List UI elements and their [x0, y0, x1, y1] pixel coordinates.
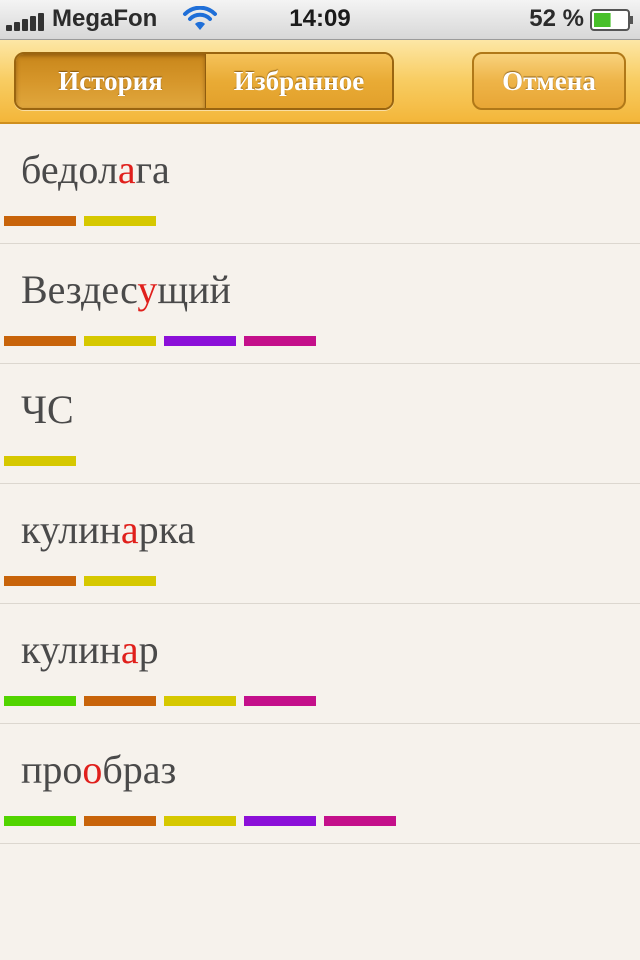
tag-orange	[84, 816, 156, 826]
list-item[interactable]: прообраз	[0, 724, 640, 844]
toolbar: История Избранное Отмена	[0, 40, 640, 124]
list-item[interactable]: кулинар	[0, 604, 640, 724]
word-text: кулинар	[21, 627, 159, 672]
list-item[interactable]: Вездесущий	[0, 244, 640, 364]
tag-purple	[164, 336, 236, 346]
tag-yellow	[84, 216, 156, 226]
tag-purple	[244, 816, 316, 826]
word-text: ЧС	[21, 387, 74, 432]
tag-yellow	[84, 576, 156, 586]
segment-favorites[interactable]: Избранное	[206, 54, 392, 108]
list-item[interactable]: кулинарка	[0, 484, 640, 604]
list-item[interactable]: ЧС	[0, 364, 640, 484]
tag-green	[4, 816, 76, 826]
status-bar: MegaFon 14:09 52 %	[0, 0, 640, 40]
stressed-letter: о	[82, 747, 103, 792]
battery-icon	[590, 9, 633, 31]
word-text: кулинарка	[21, 507, 196, 552]
segmented-control: История Избранное	[14, 52, 394, 110]
tag-orange	[4, 336, 76, 346]
tag-magenta	[244, 336, 316, 346]
tag-magenta	[324, 816, 396, 826]
tag-yellow	[4, 456, 76, 466]
tag-yellow	[164, 816, 236, 826]
battery-percent: 52 %	[529, 5, 584, 32]
word-text: бедолага	[21, 147, 170, 192]
tag-orange	[4, 216, 76, 226]
segment-history[interactable]: История	[16, 54, 206, 108]
tag-magenta	[244, 696, 316, 706]
history-list: бедолага Вездесущий ЧС кулинарка кулинар…	[0, 124, 640, 844]
tag-green	[4, 696, 76, 706]
stressed-letter: а	[120, 507, 139, 552]
tag-yellow	[164, 696, 236, 706]
tag-yellow	[84, 336, 156, 346]
word-text: прообраз	[21, 747, 177, 792]
list-item[interactable]: бедолага	[0, 124, 640, 244]
stressed-letter: а	[120, 627, 139, 672]
word-text: Вездесущий	[21, 267, 231, 312]
tag-orange	[84, 696, 156, 706]
stressed-letter: а	[117, 147, 136, 192]
tag-orange	[4, 576, 76, 586]
cancel-button[interactable]: Отмена	[472, 52, 626, 110]
stressed-letter: у	[137, 267, 158, 312]
